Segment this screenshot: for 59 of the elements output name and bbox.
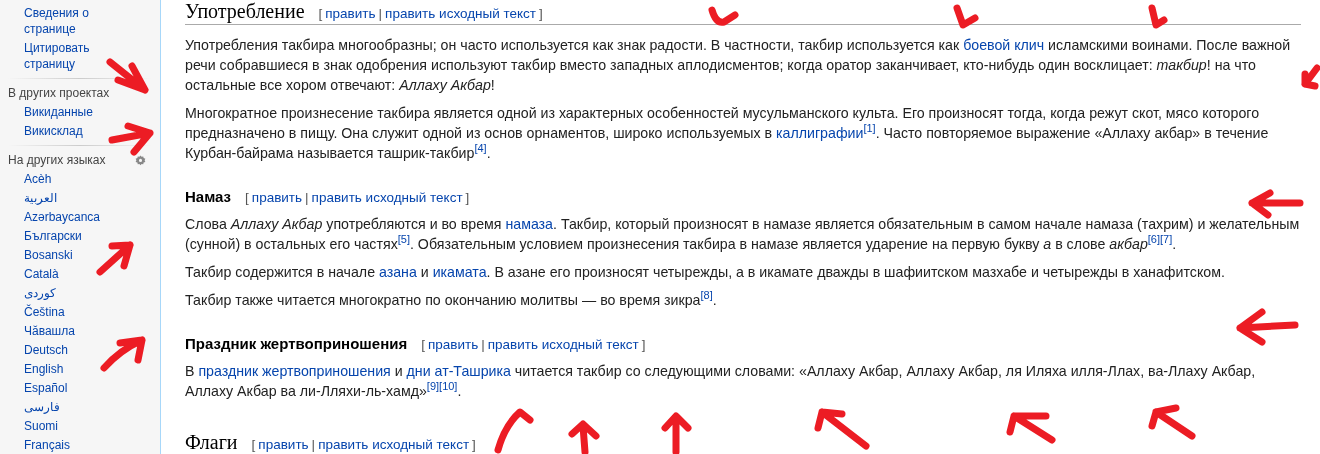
edit-link[interactable]: править	[251, 188, 303, 208]
paragraph: Употребления такбира многообразны; он часто используется как знак радости. В частности, такбир используется как боевой клич исламскими воинами. После важной речи собравшиеся в знак одобрения используют такбир вместо западных аплодисментов; когда оратор заканчивает, кто-нибудь один восклицает: такбир! на что остальные все хором отвечают: Аллаху Акбар!	[185, 36, 1292, 95]
section-heading: Флаги	[185, 431, 238, 453]
link[interactable]: боевой клич	[963, 37, 1045, 53]
sidebar-heading: На других языках	[7, 152, 106, 169]
edit-section-links: [ править | править исходный текст ]	[421, 335, 646, 355]
section-heading: Употребление	[185, 0, 305, 22]
language-link[interactable]: Čeština	[24, 302, 119, 321]
edit-link[interactable]: править	[428, 335, 479, 355]
footnote-link[interactable]: [7]	[1160, 233, 1173, 246]
edit-link[interactable]: править	[325, 4, 376, 24]
footnote-link[interactable]: [4]	[474, 142, 487, 155]
footnote-link[interactable]: [5]	[397, 233, 410, 246]
edit-link[interactable]: править исходный текст	[385, 4, 537, 24]
language-link[interactable]: Azərbaycanca	[24, 207, 119, 226]
footnote-link[interactable]: [10]	[439, 380, 458, 393]
link[interactable]: праздник жертвоприношения	[198, 363, 391, 379]
language-link[interactable]: Deutsch	[24, 340, 119, 359]
language-link[interactable]: Français	[24, 435, 119, 454]
subsection-heading: Праздник жертвоприношения	[185, 334, 408, 354]
edit-link[interactable]: править исходный текст	[318, 435, 470, 454]
sidebar-heading: В других проектах	[7, 85, 111, 102]
link[interactable]: дни ат-Ташрика	[406, 363, 511, 379]
language-link[interactable]: Español	[24, 378, 119, 397]
footnote-link[interactable]: [9]	[426, 380, 440, 393]
link[interactable]: каллиграфии	[776, 125, 864, 141]
language-link[interactable]: العربية	[24, 188, 119, 207]
sidebar-link[interactable]: Викиданные	[24, 102, 119, 121]
edit-link[interactable]: править	[258, 435, 309, 454]
paragraph: Такбир содержится в начале азана и икамата. В азане его произносят четырежды, а в икамате дважды в шафиитском мазхабе и четырежды в ханафитском.	[185, 263, 1226, 282]
edit-link[interactable]: править исходный текст	[487, 335, 639, 355]
language-link[interactable]: Чӑвашла	[24, 321, 119, 340]
paragraph: Многократное произнесение такбира является одной из характерных особенностей мусульманского культа. Его произносят тогда, когда режут скот, мясо которого предназначено в пищу. Она служит одной из основ орнаментов, широко используемых в каллиграфии$^{[1]}$. Часто повторяемое выражение «Аллаху акбар» в течение Курбан-байрама называется ташрик-такбир$^{[4]}$.	[185, 104, 1270, 163]
paragraph: Такбир также читается многократно по окончанию молитвы — во время зикра$^{[8]}$.	[185, 290, 718, 310]
sidebar-link[interactable]: Цитировать страницу	[24, 38, 119, 73]
footnote-link[interactable]: [1]	[863, 122, 876, 135]
link[interactable]: икамата	[432, 264, 487, 280]
sidebar-link[interactable]: Викисклад	[24, 121, 119, 140]
edit-link[interactable]: править исходный текст	[311, 188, 463, 208]
sidebar-link[interactable]: Сведения о странице	[24, 3, 119, 38]
settings-icon[interactable]	[135, 154, 146, 166]
language-link[interactable]: Bosanski	[24, 245, 119, 264]
language-link[interactable]: English	[24, 359, 119, 378]
edit-section-links: [ править | править исходный текст ]	[245, 188, 470, 208]
footnote-link[interactable]: [8]	[700, 289, 713, 302]
paragraph: В праздник жертвоприношения и дни ат-Ташрика читается такбир со следующими словами: «Аллаху Акбар, Аллаху Акбар, ля Иляха илля-Ллах, ва-Ллаху Акбар, Аллаху Акбар ва ли-Лляхи-ль-хамд»$^{[9]}$$^{[10]}$.	[185, 362, 1257, 401]
edit-section-links: [ править | править исходный текст ]	[251, 435, 476, 454]
link[interactable]: намаза	[505, 216, 553, 232]
language-link[interactable]: Suomi	[24, 416, 119, 435]
footnote-link[interactable]: [6]	[1147, 233, 1160, 246]
language-link[interactable]: Acèh	[24, 169, 119, 188]
language-link[interactable]: فارسی	[24, 397, 119, 416]
subsection-heading: Намаз	[185, 187, 232, 207]
language-link[interactable]: کوردی	[24, 283, 119, 302]
language-link[interactable]: Català	[24, 264, 119, 283]
language-link[interactable]: Български	[24, 226, 119, 245]
link[interactable]: азана	[379, 264, 417, 280]
paragraph: Слова Аллаху Акбар употребляются и во время намаза. Такбир, который произносят в намазе является обязательным в самом начале намаза (тахрим) и желательным (сунной) в остальных его частях$^{[5]}$. Обязательным условием произнесения такбира в намазе является ударение на первую букву а в слове акбар$^{[6]}$$^{[7]}$.	[185, 215, 1301, 254]
edit-section-links: [ править | править исходный текст ]	[318, 4, 543, 24]
